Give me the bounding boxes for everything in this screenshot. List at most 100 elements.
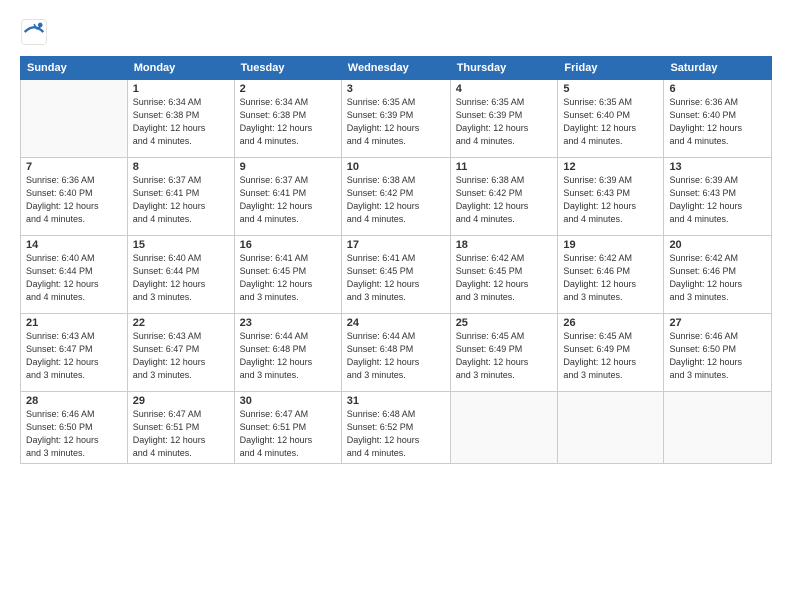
calendar-week-row: 21Sunrise: 6:43 AM Sunset: 6:47 PM Dayli… [21, 314, 772, 392]
day-info: Sunrise: 6:41 AM Sunset: 6:45 PM Dayligh… [347, 252, 445, 304]
calendar-week-row: 7Sunrise: 6:36 AM Sunset: 6:40 PM Daylig… [21, 158, 772, 236]
day-number: 2 [240, 83, 336, 95]
calendar-empty-cell [21, 80, 128, 158]
calendar-day-cell: 4Sunrise: 6:35 AM Sunset: 6:39 PM Daylig… [450, 80, 558, 158]
day-number: 3 [347, 83, 445, 95]
calendar-header-cell: Thursday [450, 57, 558, 80]
day-number: 23 [240, 317, 336, 329]
day-number: 5 [563, 83, 658, 95]
day-info: Sunrise: 6:47 AM Sunset: 6:51 PM Dayligh… [133, 408, 229, 460]
day-info: Sunrise: 6:43 AM Sunset: 6:47 PM Dayligh… [26, 330, 122, 382]
calendar-week-row: 28Sunrise: 6:46 AM Sunset: 6:50 PM Dayli… [21, 392, 772, 464]
calendar-header-cell: Wednesday [341, 57, 450, 80]
day-info: Sunrise: 6:42 AM Sunset: 6:45 PM Dayligh… [456, 252, 553, 304]
day-info: Sunrise: 6:45 AM Sunset: 6:49 PM Dayligh… [563, 330, 658, 382]
calendar-day-cell: 1Sunrise: 6:34 AM Sunset: 6:38 PM Daylig… [127, 80, 234, 158]
day-info: Sunrise: 6:35 AM Sunset: 6:39 PM Dayligh… [347, 96, 445, 148]
day-info: Sunrise: 6:34 AM Sunset: 6:38 PM Dayligh… [240, 96, 336, 148]
calendar-day-cell: 24Sunrise: 6:44 AM Sunset: 6:48 PM Dayli… [341, 314, 450, 392]
calendar-day-cell: 26Sunrise: 6:45 AM Sunset: 6:49 PM Dayli… [558, 314, 664, 392]
calendar-week-row: 1Sunrise: 6:34 AM Sunset: 6:38 PM Daylig… [21, 80, 772, 158]
day-info: Sunrise: 6:38 AM Sunset: 6:42 PM Dayligh… [456, 174, 553, 226]
day-number: 12 [563, 161, 658, 173]
day-number: 7 [26, 161, 122, 173]
calendar-day-cell: 31Sunrise: 6:48 AM Sunset: 6:52 PM Dayli… [341, 392, 450, 464]
calendar-day-cell: 3Sunrise: 6:35 AM Sunset: 6:39 PM Daylig… [341, 80, 450, 158]
day-info: Sunrise: 6:43 AM Sunset: 6:47 PM Dayligh… [133, 330, 229, 382]
day-info: Sunrise: 6:34 AM Sunset: 6:38 PM Dayligh… [133, 96, 229, 148]
calendar-day-cell: 27Sunrise: 6:46 AM Sunset: 6:50 PM Dayli… [664, 314, 772, 392]
day-info: Sunrise: 6:37 AM Sunset: 6:41 PM Dayligh… [133, 174, 229, 226]
calendar-day-cell: 20Sunrise: 6:42 AM Sunset: 6:46 PM Dayli… [664, 236, 772, 314]
calendar-day-cell: 14Sunrise: 6:40 AM Sunset: 6:44 PM Dayli… [21, 236, 128, 314]
calendar-body: 1Sunrise: 6:34 AM Sunset: 6:38 PM Daylig… [21, 80, 772, 464]
calendar-day-cell: 25Sunrise: 6:45 AM Sunset: 6:49 PM Dayli… [450, 314, 558, 392]
day-info: Sunrise: 6:39 AM Sunset: 6:43 PM Dayligh… [669, 174, 766, 226]
day-number: 8 [133, 161, 229, 173]
day-number: 9 [240, 161, 336, 173]
day-number: 16 [240, 239, 336, 251]
day-number: 19 [563, 239, 658, 251]
day-info: Sunrise: 6:46 AM Sunset: 6:50 PM Dayligh… [26, 408, 122, 460]
day-number: 18 [456, 239, 553, 251]
calendar-day-cell: 22Sunrise: 6:43 AM Sunset: 6:47 PM Dayli… [127, 314, 234, 392]
calendar-day-cell: 8Sunrise: 6:37 AM Sunset: 6:41 PM Daylig… [127, 158, 234, 236]
day-number: 22 [133, 317, 229, 329]
calendar-empty-cell [558, 392, 664, 464]
day-info: Sunrise: 6:35 AM Sunset: 6:40 PM Dayligh… [563, 96, 658, 148]
day-info: Sunrise: 6:48 AM Sunset: 6:52 PM Dayligh… [347, 408, 445, 460]
day-number: 30 [240, 395, 336, 407]
day-info: Sunrise: 6:45 AM Sunset: 6:49 PM Dayligh… [456, 330, 553, 382]
day-number: 25 [456, 317, 553, 329]
day-number: 1 [133, 83, 229, 95]
calendar-day-cell: 12Sunrise: 6:39 AM Sunset: 6:43 PM Dayli… [558, 158, 664, 236]
day-number: 15 [133, 239, 229, 251]
calendar-header-row: SundayMondayTuesdayWednesdayThursdayFrid… [21, 57, 772, 80]
calendar-day-cell: 29Sunrise: 6:47 AM Sunset: 6:51 PM Dayli… [127, 392, 234, 464]
day-info: Sunrise: 6:36 AM Sunset: 6:40 PM Dayligh… [26, 174, 122, 226]
day-number: 17 [347, 239, 445, 251]
calendar-day-cell: 6Sunrise: 6:36 AM Sunset: 6:40 PM Daylig… [664, 80, 772, 158]
calendar-day-cell: 17Sunrise: 6:41 AM Sunset: 6:45 PM Dayli… [341, 236, 450, 314]
calendar-header-cell: Tuesday [234, 57, 341, 80]
day-number: 21 [26, 317, 122, 329]
day-info: Sunrise: 6:40 AM Sunset: 6:44 PM Dayligh… [26, 252, 122, 304]
day-number: 14 [26, 239, 122, 251]
day-info: Sunrise: 6:41 AM Sunset: 6:45 PM Dayligh… [240, 252, 336, 304]
calendar-empty-cell [450, 392, 558, 464]
day-number: 29 [133, 395, 229, 407]
page-header [20, 18, 772, 46]
day-info: Sunrise: 6:47 AM Sunset: 6:51 PM Dayligh… [240, 408, 336, 460]
calendar-day-cell: 16Sunrise: 6:41 AM Sunset: 6:45 PM Dayli… [234, 236, 341, 314]
day-info: Sunrise: 6:38 AM Sunset: 6:42 PM Dayligh… [347, 174, 445, 226]
day-info: Sunrise: 6:40 AM Sunset: 6:44 PM Dayligh… [133, 252, 229, 304]
calendar-header-cell: Monday [127, 57, 234, 80]
calendar-day-cell: 13Sunrise: 6:39 AM Sunset: 6:43 PM Dayli… [664, 158, 772, 236]
day-info: Sunrise: 6:39 AM Sunset: 6:43 PM Dayligh… [563, 174, 658, 226]
day-number: 28 [26, 395, 122, 407]
day-number: 13 [669, 161, 766, 173]
calendar-day-cell: 10Sunrise: 6:38 AM Sunset: 6:42 PM Dayli… [341, 158, 450, 236]
calendar-header-cell: Saturday [664, 57, 772, 80]
calendar-header-cell: Sunday [21, 57, 128, 80]
day-number: 11 [456, 161, 553, 173]
calendar-day-cell: 11Sunrise: 6:38 AM Sunset: 6:42 PM Dayli… [450, 158, 558, 236]
day-number: 20 [669, 239, 766, 251]
calendar-header-cell: Friday [558, 57, 664, 80]
calendar-table: SundayMondayTuesdayWednesdayThursdayFrid… [20, 56, 772, 464]
day-info: Sunrise: 6:37 AM Sunset: 6:41 PM Dayligh… [240, 174, 336, 226]
day-info: Sunrise: 6:36 AM Sunset: 6:40 PM Dayligh… [669, 96, 766, 148]
calendar-week-row: 14Sunrise: 6:40 AM Sunset: 6:44 PM Dayli… [21, 236, 772, 314]
logo [20, 18, 52, 46]
calendar-day-cell: 9Sunrise: 6:37 AM Sunset: 6:41 PM Daylig… [234, 158, 341, 236]
calendar-day-cell: 18Sunrise: 6:42 AM Sunset: 6:45 PM Dayli… [450, 236, 558, 314]
calendar-day-cell: 23Sunrise: 6:44 AM Sunset: 6:48 PM Dayli… [234, 314, 341, 392]
calendar-day-cell: 19Sunrise: 6:42 AM Sunset: 6:46 PM Dayli… [558, 236, 664, 314]
day-info: Sunrise: 6:46 AM Sunset: 6:50 PM Dayligh… [669, 330, 766, 382]
day-number: 31 [347, 395, 445, 407]
day-number: 27 [669, 317, 766, 329]
day-info: Sunrise: 6:35 AM Sunset: 6:39 PM Dayligh… [456, 96, 553, 148]
day-number: 4 [456, 83, 553, 95]
calendar-day-cell: 21Sunrise: 6:43 AM Sunset: 6:47 PM Dayli… [21, 314, 128, 392]
calendar-day-cell: 5Sunrise: 6:35 AM Sunset: 6:40 PM Daylig… [558, 80, 664, 158]
